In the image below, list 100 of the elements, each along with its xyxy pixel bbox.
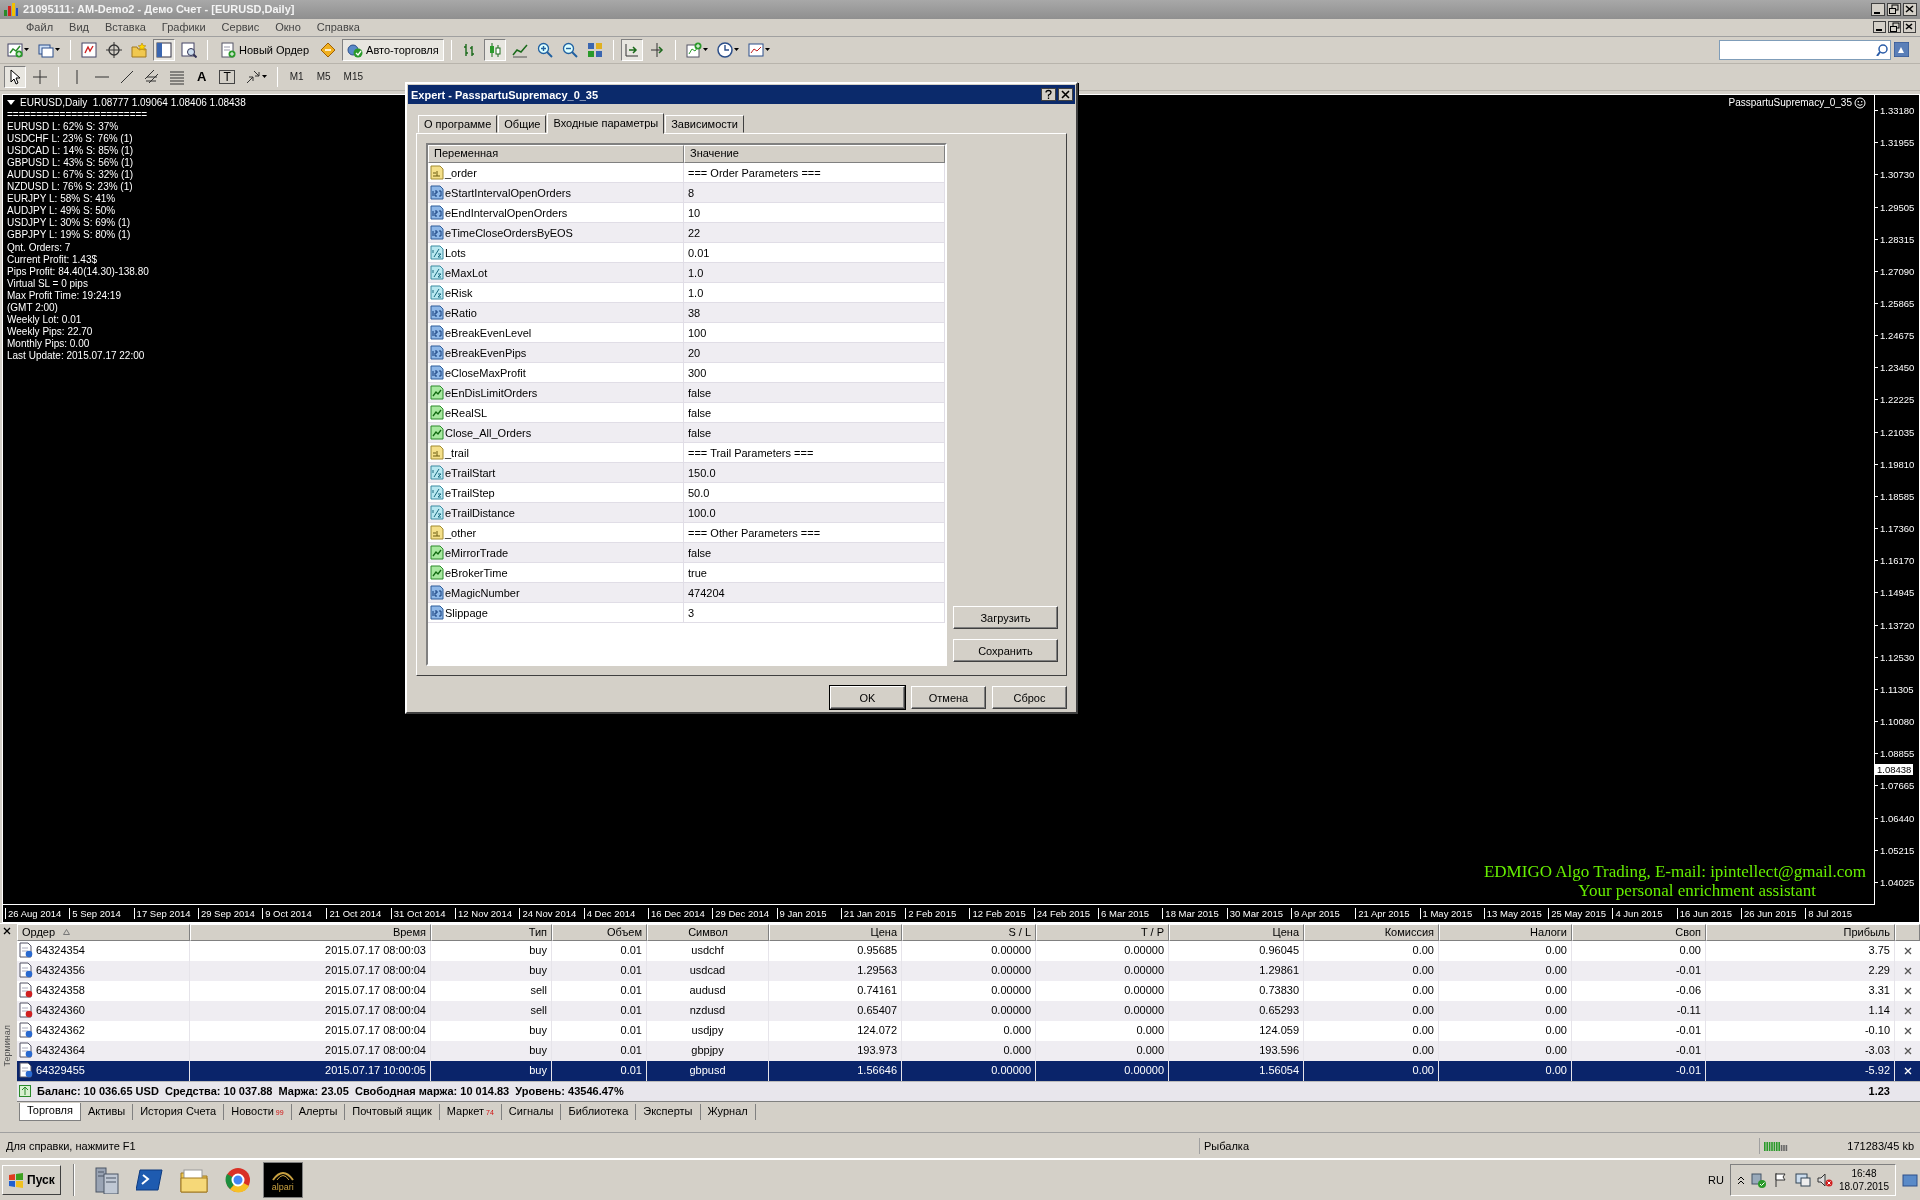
tile-windows-icon[interactable] — [586, 41, 603, 58]
market-watch-icon[interactable] — [81, 41, 97, 58]
zoom-out-icon[interactable] — [561, 41, 578, 58]
parameter-value[interactable]: false — [684, 403, 945, 422]
close-order-icon[interactable] — [1903, 1026, 1912, 1035]
tester-icon[interactable] — [181, 41, 197, 58]
meta-editor-icon[interactable] — [320, 41, 337, 58]
monitor-icon[interactable] — [1794, 1172, 1811, 1189]
tab[interactable]: Входные параметры — [547, 113, 665, 134]
timeframe-button[interactable]: M1 — [284, 69, 309, 85]
dropdown-arrow-icon[interactable] — [261, 75, 267, 79]
close-order-icon[interactable] — [1903, 986, 1912, 995]
parameter-value[interactable]: 300 — [684, 363, 945, 382]
minimize-button[interactable] — [1873, 21, 1886, 34]
terminal-window-icon[interactable] — [156, 41, 172, 58]
parameter-value[interactable]: 474204 — [684, 583, 945, 602]
cursor-toggle[interactable] — [4, 65, 26, 88]
templates-icon[interactable] — [747, 41, 764, 58]
show-desktop-button[interactable] — [1902, 1172, 1918, 1189]
speaker-muted-icon[interactable] — [1816, 1172, 1833, 1189]
tab[interactable]: Общие — [498, 115, 547, 133]
parameter-value[interactable]: 150.0 — [684, 463, 945, 482]
auto-trading-button[interactable]: Авто-торговля — [342, 38, 444, 61]
order-row[interactable]: 64324358 — [17, 980, 190, 1001]
column-header[interactable]: Цена — [1169, 923, 1304, 941]
parameter-value[interactable]: === Other Parameters === — [684, 523, 945, 542]
side-button[interactable]: Сохранить — [953, 639, 1058, 662]
language-indicator[interactable]: RU — [1708, 1174, 1724, 1187]
tab[interactable]: Активы — [80, 1103, 134, 1120]
new-chart-icon[interactable] — [7, 41, 23, 58]
tab[interactable]: История Счета — [133, 1103, 225, 1120]
candlesticks-toggle[interactable] — [483, 38, 506, 61]
parameter-value[interactable]: === Order Parameters === — [684, 163, 945, 182]
dialog-button[interactable]: Отмена — [911, 686, 986, 709]
zoom-in-icon[interactable] — [536, 41, 553, 58]
tab[interactable]: Сигналы — [501, 1103, 562, 1120]
parameter-value[interactable]: false — [684, 543, 945, 562]
tab[interactable]: Зависимости — [665, 115, 744, 133]
parameter-value[interactable]: false — [684, 383, 945, 402]
dropdown-arrow-icon[interactable] — [702, 48, 708, 52]
dialog-button[interactable]: Сброс — [992, 686, 1067, 709]
minimize-button[interactable] — [1871, 2, 1885, 16]
menu-item[interactable]: Справка — [308, 20, 368, 35]
column-header[interactable]: Прибыль — [1706, 923, 1895, 941]
column-header[interactable]: Ордер — [17, 923, 190, 941]
parameter-value[interactable]: 20 — [684, 343, 945, 362]
channel-icon[interactable] — [144, 68, 160, 85]
crosshair-icon[interactable] — [106, 41, 122, 58]
chevron-up-icon[interactable] — [1736, 1175, 1745, 1186]
text-tool[interactable]: A — [191, 69, 213, 85]
column-header[interactable]: Объем — [552, 923, 647, 941]
close-button[interactable] — [1058, 88, 1073, 101]
profiles-icon[interactable] — [38, 41, 54, 58]
tab[interactable]: Журнал — [700, 1103, 756, 1120]
close-button[interactable] — [1903, 21, 1916, 34]
tab[interactable]: Торговля — [19, 1102, 81, 1121]
column-header[interactable]: Время — [190, 923, 431, 941]
close-button[interactable] — [1903, 2, 1917, 16]
parameter-value[interactable]: 0.01 — [684, 243, 945, 262]
indicators-icon[interactable] — [685, 41, 702, 58]
dropdown-arrow-icon[interactable] — [55, 48, 60, 52]
parameter-value[interactable]: false — [684, 423, 945, 442]
auto-scroll-toggle[interactable] — [620, 38, 643, 61]
dropdown-arrow-icon[interactable] — [733, 48, 739, 52]
parameter-value[interactable]: 50.0 — [684, 483, 945, 502]
dialog-button[interactable]: OK — [830, 686, 905, 709]
tab[interactable]: О программе — [418, 115, 498, 133]
menu-item[interactable]: Файл — [18, 20, 62, 35]
timeframe-button[interactable]: M15 — [338, 69, 368, 85]
order-row[interactable]: 64324356 — [17, 960, 190, 981]
browser-icon[interactable] — [223, 1166, 252, 1195]
column-header[interactable]: Значение — [684, 145, 945, 163]
menu-item[interactable]: Окно — [267, 20, 309, 35]
parameter-value[interactable]: === Trail Parameters === — [684, 443, 945, 462]
arrows-icon[interactable] — [244, 68, 261, 85]
parameter-value[interactable]: 1.0 — [684, 263, 945, 282]
column-header[interactable]: Цена — [769, 923, 902, 941]
flag-icon[interactable] — [1772, 1172, 1789, 1189]
close-order-icon[interactable] — [1903, 966, 1912, 975]
parameter-value[interactable]: 38 — [684, 303, 945, 322]
folder-icon[interactable] — [179, 1166, 208, 1195]
column-header[interactable]: Налоги — [1439, 923, 1572, 941]
parameter-value[interactable]: 22 — [684, 223, 945, 242]
restore-button[interactable] — [1888, 21, 1901, 34]
column-header[interactable]: Символ — [647, 923, 769, 941]
tab[interactable]: Алерты — [291, 1103, 346, 1120]
column-header[interactable]: Своп — [1572, 923, 1706, 941]
parameter-value[interactable]: 10 — [684, 203, 945, 222]
order-row[interactable]: 64324360 — [17, 1000, 190, 1021]
tab[interactable]: Почтовый ящик — [345, 1103, 440, 1120]
tab[interactable]: Библиотека — [561, 1103, 637, 1120]
text-label-tool[interactable]: T — [219, 69, 235, 84]
close-order-icon[interactable] — [1903, 946, 1912, 955]
column-header[interactable]: S / L — [902, 923, 1036, 941]
column-header[interactable]: Тип — [431, 923, 552, 941]
collapse-arrow-icon[interactable] — [7, 99, 15, 105]
side-button[interactable]: Загрузить — [953, 606, 1058, 629]
menu-item[interactable]: Графики — [153, 20, 214, 35]
parameter-value[interactable]: 100.0 — [684, 503, 945, 522]
parameter-value[interactable]: true — [684, 563, 945, 582]
